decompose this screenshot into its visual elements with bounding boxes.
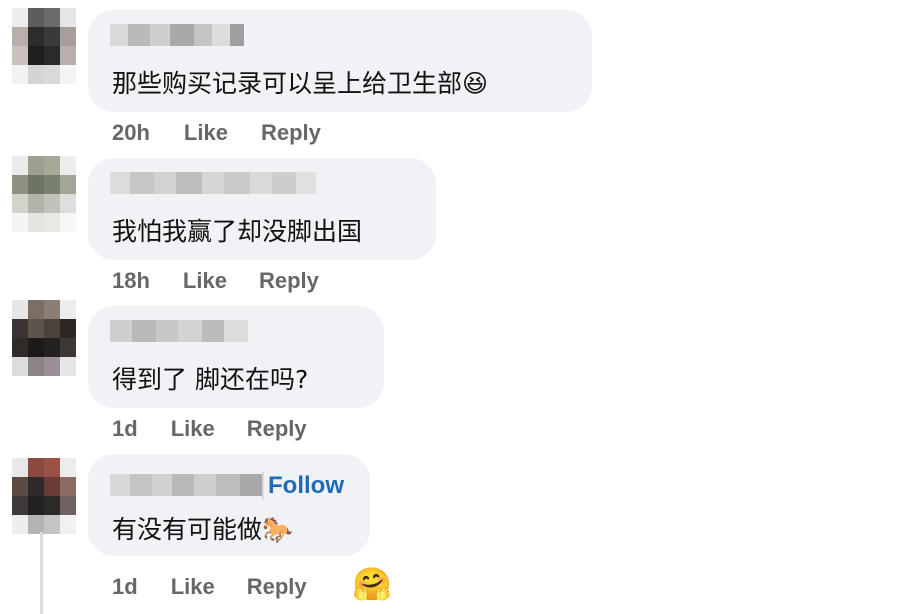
comment-text: 得到了 脚还在吗?: [112, 360, 308, 396]
comment-timestamp[interactable]: 18h: [112, 268, 150, 294]
avatar-blurred[interactable]: [12, 156, 76, 232]
author-name-blurred[interactable]: [110, 172, 316, 194]
comment-text-body: 得到了 脚还在吗?: [112, 365, 309, 394]
comment-bubble: 我怕我赢了却没脚出国: [88, 158, 436, 260]
comment-timestamp[interactable]: 1d: [112, 574, 138, 600]
comment-text-body: 我怕我赢了却没脚出国: [112, 217, 363, 246]
avatar-blurred[interactable]: [12, 300, 76, 376]
avatar-blurred[interactable]: [12, 458, 76, 534]
comment-bubble: 得到了 脚还在吗?: [88, 306, 384, 408]
like-button[interactable]: Like: [171, 574, 215, 600]
avatar-blurred[interactable]: [12, 8, 76, 84]
comment-timestamp[interactable]: 20h: [112, 120, 150, 146]
comment-bubble: Follow 有没有可能做🐎: [88, 454, 370, 556]
follow-link[interactable]: Follow: [262, 472, 344, 500]
comment-actions: 1d Like Reply: [112, 416, 307, 442]
comment-text: 有没有可能做🐎: [112, 510, 293, 546]
comment-text: 我怕我赢了却没脚出国: [112, 212, 362, 248]
comment-timestamp[interactable]: 1d: [112, 416, 138, 442]
comment-bubble: 那些购买记录可以呈上给卫生部😆: [88, 10, 592, 112]
comment-actions: 20h Like Reply: [112, 120, 321, 146]
author-name-blurred[interactable]: [110, 320, 248, 342]
like-button[interactable]: Like: [171, 416, 215, 442]
reply-button[interactable]: Reply: [247, 416, 307, 442]
reply-thread-line: [40, 532, 43, 614]
author-name-blurred[interactable]: [110, 24, 244, 46]
author-name-blurred[interactable]: [110, 474, 264, 496]
comment-actions: 18h Like Reply: [112, 268, 319, 294]
comment-text-body: 有没有可能做: [112, 515, 263, 544]
like-button[interactable]: Like: [183, 268, 227, 294]
comment-text: 那些购买记录可以呈上给卫生部😆: [112, 64, 488, 100]
reply-button[interactable]: Reply: [261, 120, 321, 146]
comment-actions: 1d Like Reply: [112, 574, 307, 600]
like-button[interactable]: Like: [184, 120, 228, 146]
hugging-face-reaction-icon[interactable]: 🤗: [352, 564, 392, 604]
reply-button[interactable]: Reply: [247, 574, 307, 600]
horse-emoji-icon: 🐎: [262, 515, 294, 544]
laughing-emoji-icon: 😆: [462, 69, 489, 98]
comment-text-body: 那些购买记录可以呈上给卫生部: [112, 69, 463, 98]
reply-button[interactable]: Reply: [259, 268, 319, 294]
